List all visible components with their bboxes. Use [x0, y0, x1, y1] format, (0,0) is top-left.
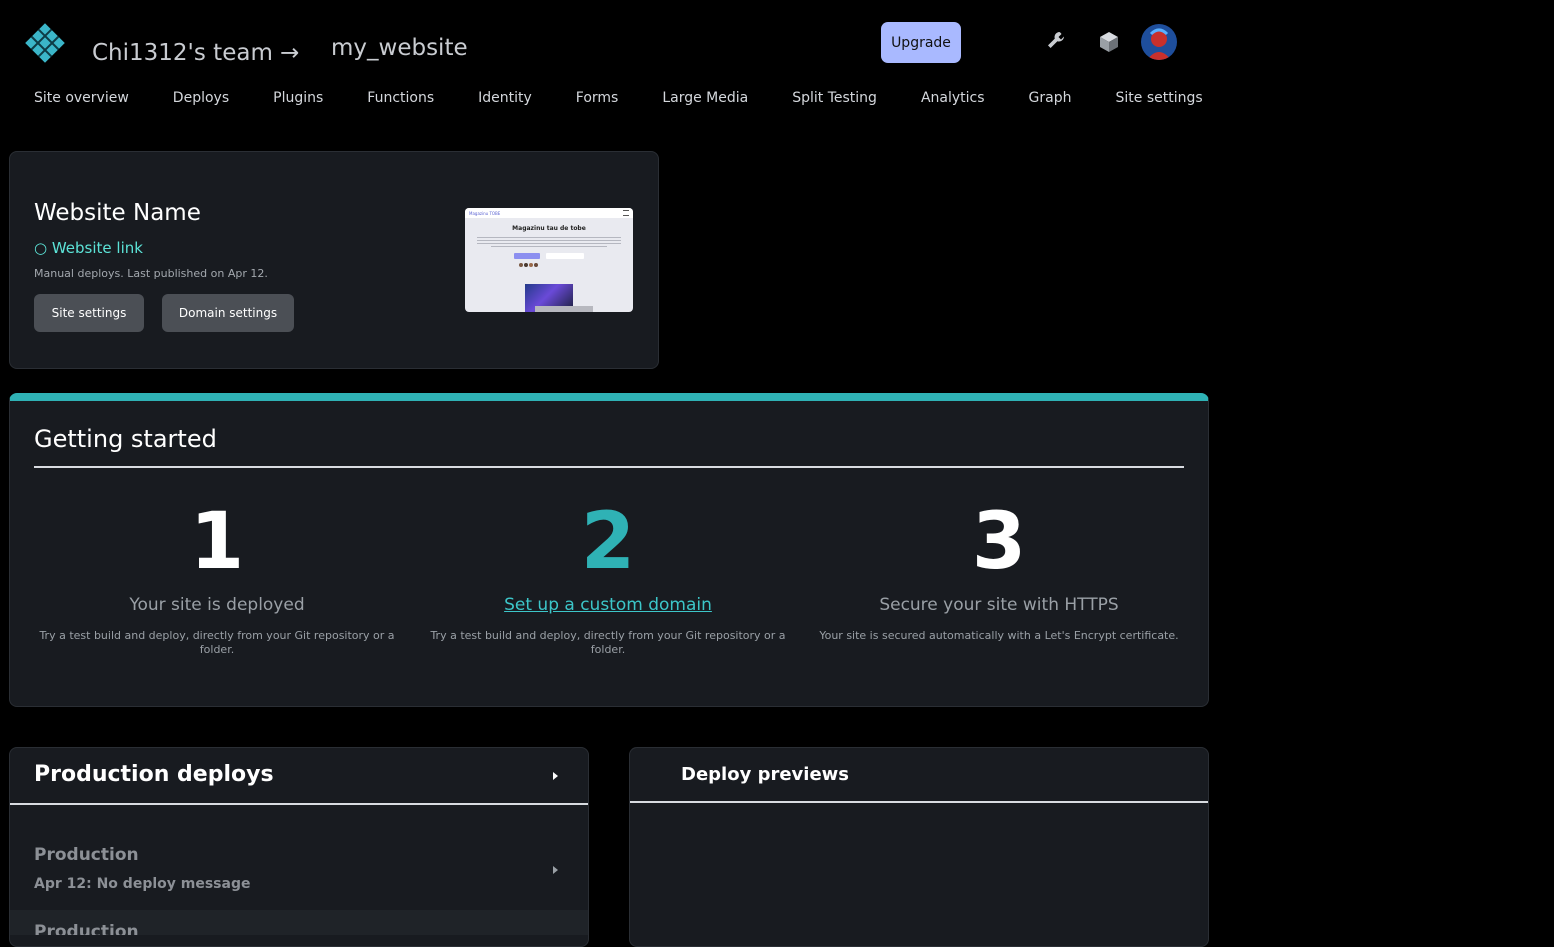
deploy-row-message[interactable]: Apr 12: No deploy message — [34, 876, 250, 892]
preview-menu-icon — [623, 210, 629, 216]
cube-icon[interactable] — [1097, 30, 1121, 54]
step-1-title: Your site is deployed — [129, 595, 305, 615]
team-breadcrumb[interactable]: Chi1312's team → — [92, 40, 299, 66]
getting-started-title: Getting started — [34, 425, 217, 453]
site-preview-thumbnail[interactable]: Magazinu TOBE Magazinu tau de tobe — [465, 208, 633, 312]
step-3-title: Secure your site with HTTPS — [879, 595, 1119, 615]
step-2-description: Try a test build and deploy, directly fr… — [430, 629, 786, 656]
deploy-row[interactable]: Production — [10, 910, 588, 935]
netlify-logo-icon[interactable] — [24, 22, 66, 64]
nav-site-overview[interactable]: Site overview — [34, 90, 129, 106]
preview-text-lines — [477, 237, 621, 247]
website-name-title: Website Name — [34, 200, 201, 226]
nav-graph[interactable]: Graph — [1029, 90, 1072, 106]
deploy-row-label: Production — [34, 922, 139, 935]
preview-secondary-button — [546, 253, 584, 259]
step-3-description: Your site is secured automatically with … — [819, 629, 1179, 642]
nav-plugins[interactable]: Plugins — [273, 90, 323, 106]
setup-custom-domain-link[interactable]: Set up a custom domain — [428, 595, 788, 615]
deploy-previews-title[interactable]: Deploy previews — [681, 764, 849, 785]
step-1-number: 1 — [189, 497, 245, 587]
deploy-row-label[interactable]: Production — [34, 845, 139, 865]
nav-split-testing[interactable]: Split Testing — [792, 90, 877, 106]
nav-large-media[interactable]: Large Media — [662, 90, 748, 106]
step-1: 1 Your site is deployed Try a test build… — [37, 503, 397, 657]
wrench-icon[interactable] — [1045, 29, 1069, 53]
user-avatar[interactable] — [1141, 24, 1177, 60]
nav-identity[interactable]: Identity — [478, 90, 532, 106]
step-3-number: 3 — [971, 497, 1027, 587]
site-settings-button[interactable]: Site settings — [34, 294, 144, 332]
step-1-description: Try a test build and deploy, directly fr… — [39, 629, 395, 656]
preview-primary-button — [514, 253, 540, 259]
getting-started-divider — [34, 466, 1184, 468]
chevron-right-icon[interactable] — [553, 866, 558, 874]
site-name-breadcrumb[interactable]: my_website — [331, 35, 468, 61]
nav-forms[interactable]: Forms — [576, 90, 619, 106]
publish-status: Manual deploys. Last published on Apr 12… — [34, 267, 268, 280]
preview-hero-shadow — [535, 306, 593, 312]
nav-deploys[interactable]: Deploys — [173, 90, 229, 106]
preview-heading: Magazinu tau de tobe — [512, 225, 586, 232]
step-2: 2 Set up a custom domain Try a test buil… — [428, 503, 788, 657]
preview-brand: Magazinu TOBE — [469, 210, 501, 216]
nav-site-settings[interactable]: Site settings — [1115, 90, 1202, 106]
domain-settings-button[interactable]: Domain settings — [162, 294, 294, 332]
step-2-number: 2 — [580, 497, 636, 587]
deploy-previews-divider — [630, 801, 1208, 803]
nav-functions[interactable]: Functions — [367, 90, 434, 106]
step-3: 3 Secure your site with HTTPS Your site … — [819, 503, 1179, 643]
chevron-right-icon[interactable] — [553, 772, 558, 780]
site-nav: Site overview Deploys Plugins Functions … — [34, 90, 1203, 106]
nav-analytics[interactable]: Analytics — [921, 90, 985, 106]
production-divider — [10, 803, 588, 805]
upgrade-button[interactable]: Upgrade — [881, 22, 961, 63]
website-link[interactable]: ○ Website link — [34, 239, 143, 257]
production-deploys-title[interactable]: Production deploys — [34, 762, 274, 787]
preview-avatars — [519, 263, 633, 267]
